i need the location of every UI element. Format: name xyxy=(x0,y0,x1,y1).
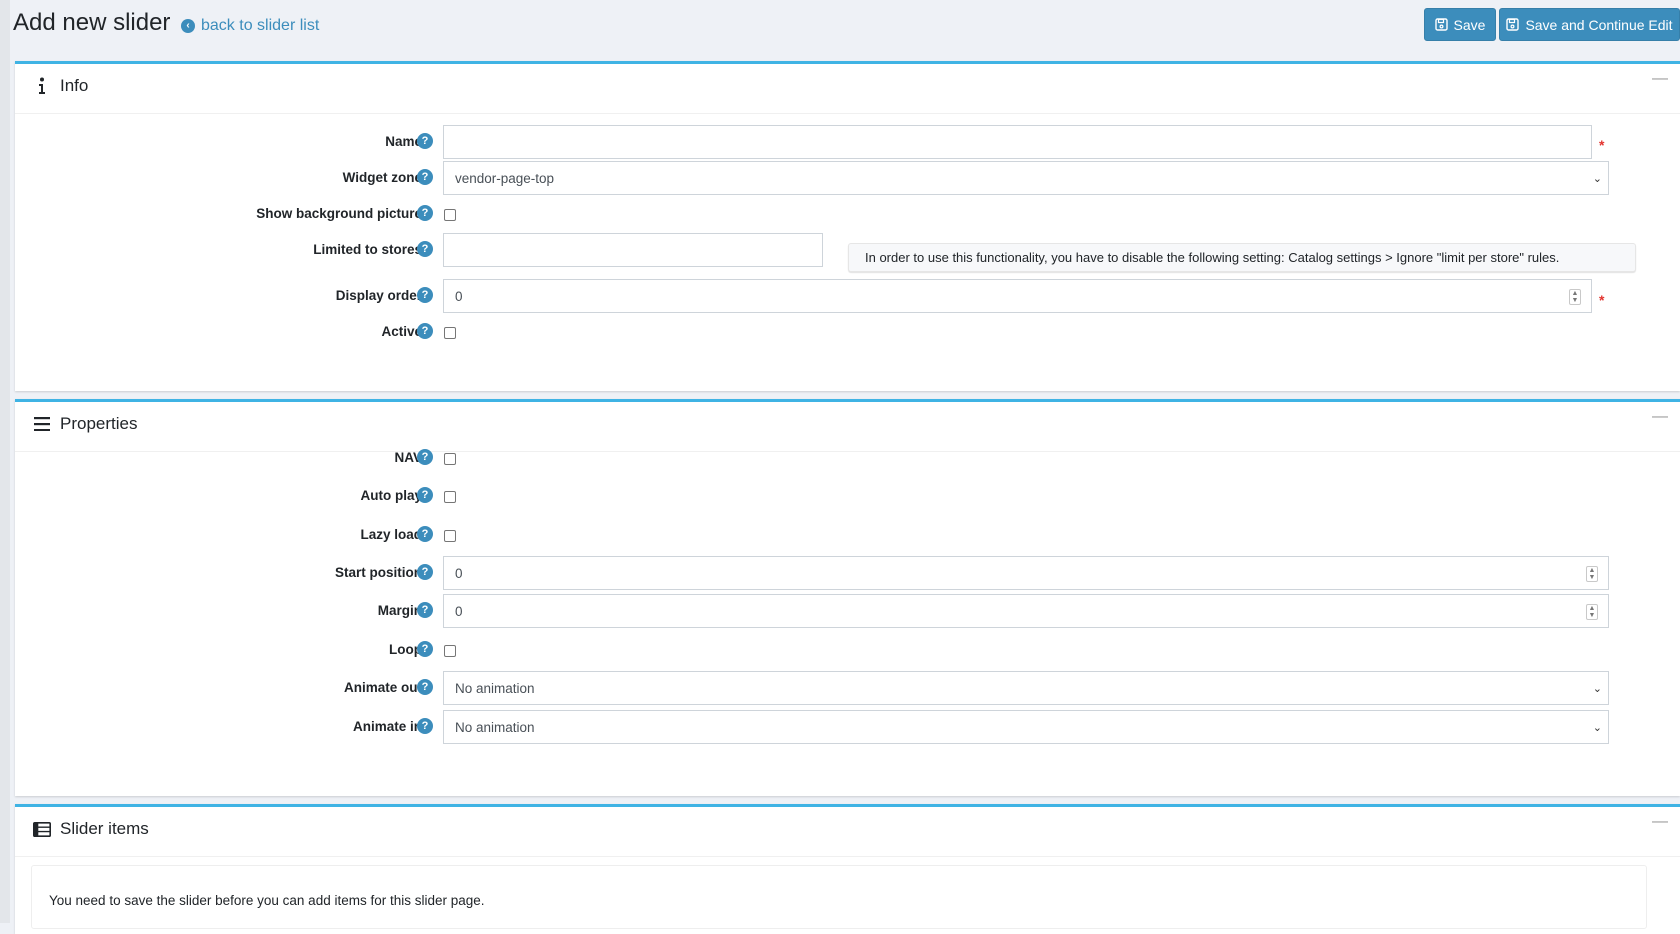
spinner-arrows-icon[interactable]: ▲ ▼ xyxy=(1586,604,1598,620)
main-content: Add new slider ‹ back to slider list Sav… xyxy=(13,0,1680,934)
limited-stores-input[interactable] xyxy=(443,233,823,267)
display-order-label: Display order xyxy=(335,288,422,303)
slider-items-card-header[interactable]: Slider items — xyxy=(15,807,1680,857)
lazy-load-label: Lazy load xyxy=(360,527,422,542)
slider-items-message: You need to save the slider before you c… xyxy=(31,865,1647,929)
display-order-required-mark: * xyxy=(1599,292,1605,308)
stores-info-note: In order to use this functionality, you … xyxy=(848,243,1636,272)
start-position-value: 0 xyxy=(455,565,463,581)
name-input[interactable] xyxy=(443,125,1592,159)
auto-play-help-icon[interactable]: ? xyxy=(417,487,433,503)
display-order-input[interactable]: 0 ▲ ▼ xyxy=(443,279,1592,313)
page-header: Add new slider ‹ back to slider list Sav… xyxy=(13,0,1680,60)
slider-items-card: Slider items — You need to save the slid… xyxy=(15,804,1680,934)
loop-help-icon[interactable]: ? xyxy=(417,641,433,657)
save-continue-label: Save and Continue Edit xyxy=(1525,16,1673,33)
floppy-disk-icon xyxy=(1434,18,1448,31)
limited-stores-help-icon[interactable]: ? xyxy=(417,241,433,257)
bars-icon xyxy=(32,417,52,431)
page-title: Add new slider xyxy=(13,9,171,36)
chevron-down-icon: ⌄ xyxy=(1592,722,1602,734)
floppy-disk-icon xyxy=(1506,18,1520,31)
auto-play-checkbox[interactable] xyxy=(444,491,456,503)
animate-in-label: Animate in xyxy=(352,719,422,734)
properties-card: Properties — NAV ? Auto play ? Lazy load… xyxy=(15,399,1680,796)
display-order-help-icon[interactable]: ? xyxy=(417,287,433,303)
save-continue-button[interactable]: Save and Continue Edit xyxy=(1499,8,1680,41)
spinner-arrows-icon[interactable]: ▲ ▼ xyxy=(1586,566,1598,582)
animate-out-select[interactable]: No animation ⌄ xyxy=(443,671,1609,705)
widget-zone-help-icon[interactable]: ? xyxy=(417,169,433,185)
animate-in-help-icon[interactable]: ? xyxy=(417,718,433,734)
limited-stores-label: Limited to stores xyxy=(313,242,422,257)
sidebar-edge xyxy=(0,0,10,923)
info-card-header[interactable]: Info — xyxy=(15,64,1680,114)
nav-checkbox[interactable] xyxy=(444,453,456,465)
show-bg-checkbox[interactable] xyxy=(444,209,456,221)
animate-in-select[interactable]: No animation ⌄ xyxy=(443,710,1609,744)
start-position-input[interactable]: 0 ▲ ▼ xyxy=(443,556,1609,590)
name-required-mark: * xyxy=(1599,137,1605,153)
properties-card-title: Properties xyxy=(32,414,137,434)
slider-items-card-title: Slider items xyxy=(32,819,149,839)
chevron-down-icon: ⌄ xyxy=(1592,683,1602,695)
auto-play-label: Auto play xyxy=(360,488,422,503)
save-button-label: Save xyxy=(1453,16,1486,33)
margin-label: Margin xyxy=(377,603,422,618)
lazy-load-help-icon[interactable]: ? xyxy=(417,526,433,542)
start-position-label: Start position xyxy=(335,565,422,580)
show-bg-help-icon[interactable]: ? xyxy=(417,205,433,221)
info-title-label: Info xyxy=(60,76,89,95)
lazy-load-checkbox[interactable] xyxy=(444,530,456,542)
slider-items-title-label: Slider items xyxy=(60,819,149,838)
widget-zone-label: Widget zone xyxy=(342,170,422,185)
info-card-title: Info xyxy=(32,76,88,96)
margin-input[interactable]: 0 ▲ ▼ xyxy=(443,594,1609,628)
back-link-label: back to slider list xyxy=(201,17,320,34)
animate-out-label: Animate out xyxy=(343,680,422,695)
info-icon xyxy=(32,77,52,95)
show-bg-label: Show background picture xyxy=(256,206,422,221)
name-help-icon[interactable]: ? xyxy=(417,133,433,149)
arrow-left-circle-icon: ‹ xyxy=(181,19,195,33)
active-checkbox[interactable] xyxy=(444,327,456,339)
properties-title-label: Properties xyxy=(60,414,138,433)
active-help-icon[interactable]: ? xyxy=(417,323,433,339)
nav-help-icon[interactable]: ? xyxy=(417,449,433,465)
chevron-down-icon: ⌄ xyxy=(1592,173,1602,185)
animate-out-value: No animation xyxy=(455,680,535,696)
margin-help-icon[interactable]: ? xyxy=(417,602,433,618)
widget-zone-select[interactable]: vendor-page-top ⌄ xyxy=(443,161,1609,195)
properties-card-header[interactable]: Properties — xyxy=(15,402,1680,452)
table-list-icon xyxy=(32,821,52,837)
margin-value: 0 xyxy=(455,603,463,619)
active-label: Active xyxy=(381,324,422,339)
collapse-minus-icon[interactable]: — xyxy=(1652,408,1668,426)
save-button[interactable]: Save xyxy=(1424,8,1496,41)
info-card: Info — Name ? * Widget zone ? vendor-pag… xyxy=(15,61,1680,391)
loop-checkbox[interactable] xyxy=(444,645,456,657)
collapse-minus-icon[interactable]: — xyxy=(1652,813,1668,831)
display-order-value: 0 xyxy=(455,288,463,304)
back-to-list-link[interactable]: ‹ back to slider list xyxy=(181,17,319,35)
animate-in-value: No animation xyxy=(455,719,535,735)
collapse-minus-icon[interactable]: — xyxy=(1652,70,1668,88)
animate-out-help-icon[interactable]: ? xyxy=(417,679,433,695)
widget-zone-value: vendor-page-top xyxy=(455,170,555,186)
start-position-help-icon[interactable]: ? xyxy=(417,564,433,580)
spinner-arrows-icon[interactable]: ▲ ▼ xyxy=(1569,289,1581,305)
